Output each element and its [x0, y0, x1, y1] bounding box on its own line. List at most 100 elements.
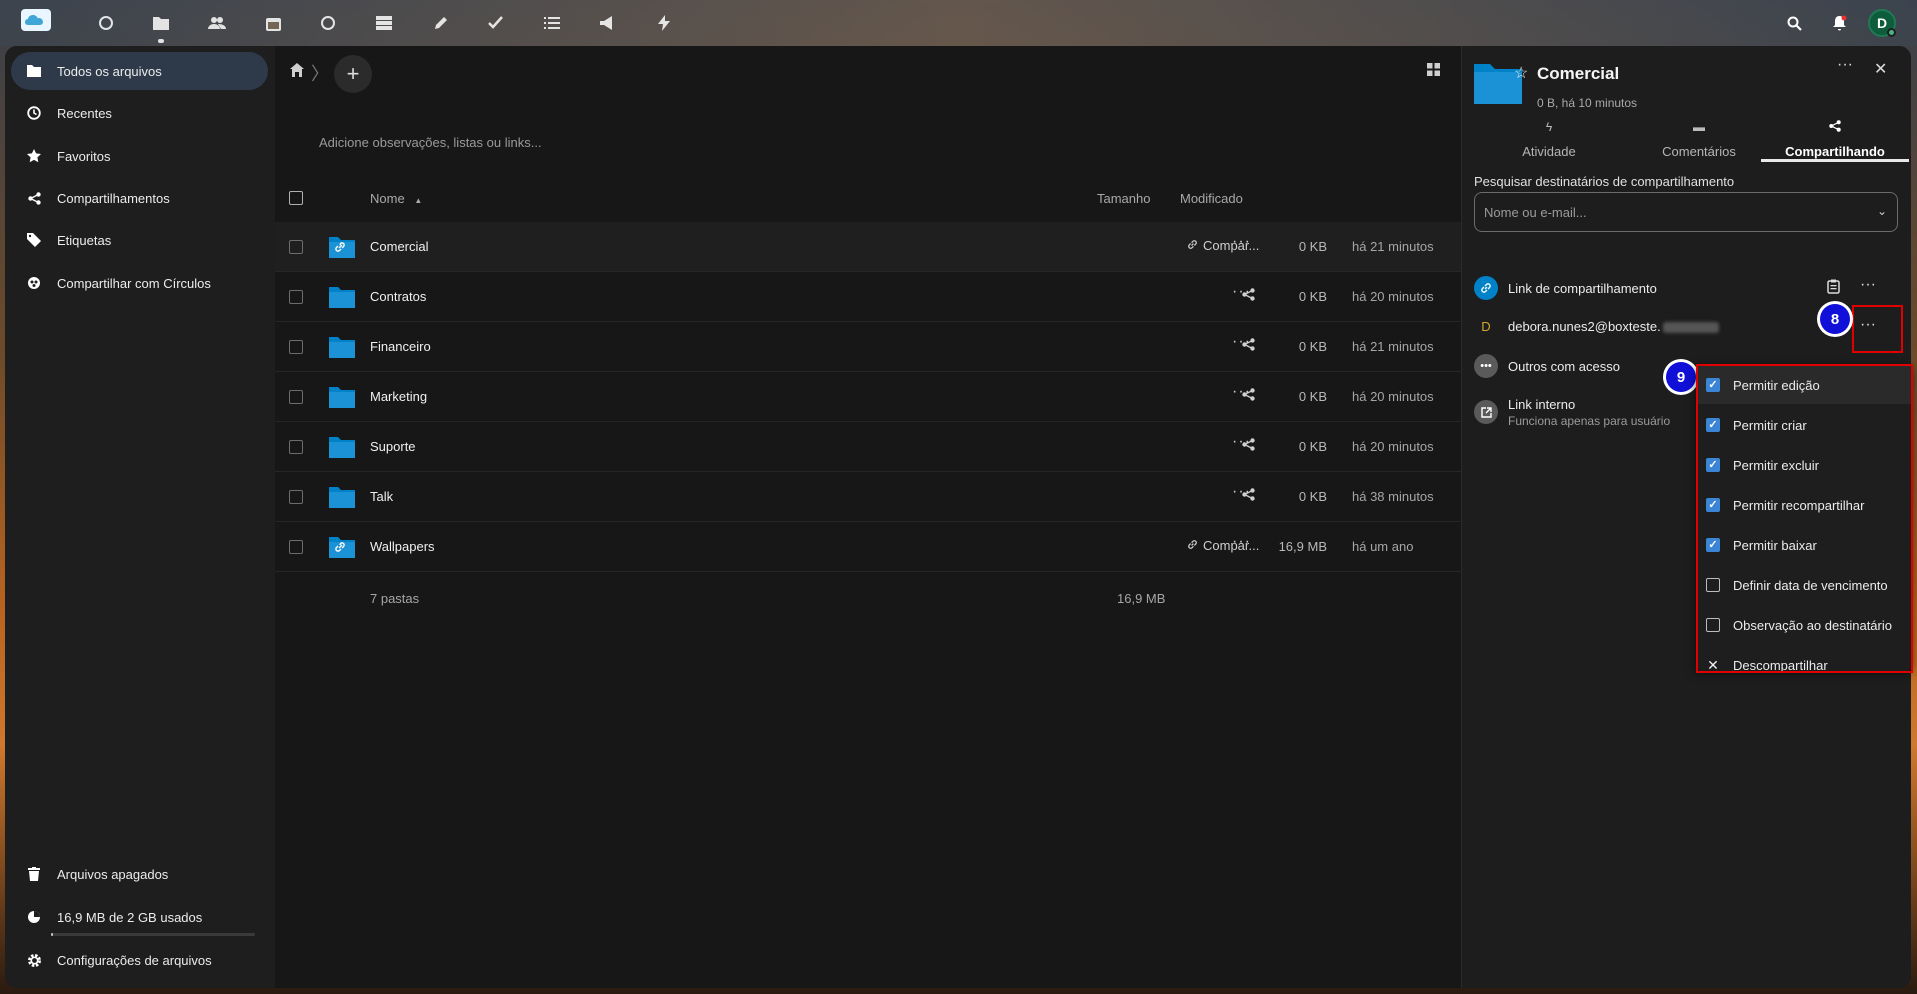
activity-icon: ϟ	[1545, 120, 1553, 134]
file-name[interactable]: Wallpapers	[370, 539, 435, 554]
table-row[interactable]: Contratos ··· 0 KB há 20 minutos	[275, 272, 1461, 322]
column-header-name[interactable]: Nome ▲	[370, 191, 422, 206]
row-checkbox[interactable]	[289, 390, 303, 404]
share-icon	[1761, 120, 1909, 138]
sidebar-item-favorites[interactable]: Favoritos	[11, 137, 268, 175]
files-icon[interactable]	[149, 11, 173, 43]
grid-view-icon[interactable]	[1427, 63, 1443, 79]
file-name[interactable]: Suporte	[370, 439, 416, 454]
file-name[interactable]: Financeiro	[370, 339, 431, 354]
sidebar-item-tags[interactable]: Etiquetas	[11, 221, 268, 259]
select-all-checkbox[interactable]	[289, 191, 303, 205]
folder-notes-input[interactable]: Adicione observações, listas ou links...	[319, 135, 542, 150]
sidebar-item-circles[interactable]: Compartilhar com Círculos	[11, 264, 268, 302]
internal-link-text: Link interno Funciona apenas para usuári…	[1508, 397, 1670, 428]
list-icon[interactable]	[540, 11, 564, 35]
row-actions-icon[interactable]: ···	[1232, 533, 1251, 551]
clock-icon	[25, 104, 43, 122]
row-actions-icon[interactable]: ···	[1232, 233, 1251, 251]
deck-icon[interactable]	[372, 11, 396, 35]
more-dots-icon: •••	[1474, 354, 1498, 378]
row-checkbox[interactable]	[289, 440, 303, 454]
navigation-sidebar: Todos os arquivos Recentes Favoritos Com…	[5, 46, 275, 988]
avatar-initial: D	[1876, 15, 1888, 31]
calendar-icon[interactable]	[261, 11, 285, 35]
notes-icon[interactable]	[428, 11, 452, 35]
share-link-more-icon[interactable]: ···	[1860, 276, 1876, 294]
sidebar-item-recent[interactable]: Recentes	[11, 94, 268, 132]
sidebar-item-file-settings[interactable]: Configurações de arquivos	[11, 941, 268, 979]
file-name[interactable]: Contratos	[370, 289, 426, 304]
file-name[interactable]: Comercial	[370, 239, 429, 254]
details-more-icon[interactable]: ···	[1837, 56, 1853, 74]
star-icon	[25, 147, 43, 165]
blurred-email-redaction	[1662, 321, 1719, 333]
copy-clipboard-icon[interactable]	[1827, 279, 1840, 297]
tab-activity[interactable]: ϟ Atividade	[1474, 120, 1624, 162]
row-actions-icon[interactable]: ···	[1232, 433, 1251, 451]
link-icon	[1187, 538, 1198, 553]
link-icon	[1474, 276, 1498, 300]
nextcloud-logo[interactable]	[20, 6, 52, 34]
sidebar-item-shares[interactable]: Compartilhamentos	[11, 179, 268, 217]
contacts-icon[interactable]	[205, 11, 229, 35]
sidebar-item-all-files[interactable]: Todos os arquivos	[11, 52, 268, 90]
tab-comments[interactable]: ▬ Comentários	[1624, 120, 1774, 162]
file-modified: há 20 minutos	[1352, 289, 1434, 304]
table-row[interactable]: Suporte ··· 0 KB há 20 minutos	[275, 422, 1461, 472]
file-modified: há um ano	[1352, 539, 1414, 554]
user-avatar[interactable]: D	[1868, 9, 1896, 37]
column-header-size[interactable]: Tamanho	[1097, 191, 1150, 206]
step-badge-8: 8	[1820, 304, 1850, 334]
gear-icon	[25, 951, 43, 969]
pie-chart-icon	[25, 908, 43, 926]
new-file-button[interactable]: +	[334, 55, 372, 93]
file-size: 0 KB	[1298, 389, 1327, 404]
chevron-down-icon[interactable]: ⌄	[1877, 204, 1887, 218]
details-title: Comercial	[1537, 64, 1620, 83]
circles-icon	[25, 274, 43, 292]
row-actions-icon[interactable]: ···	[1232, 333, 1251, 351]
table-row[interactable]: Marketing ··· 0 KB há 20 minutos	[275, 372, 1461, 422]
row-checkbox[interactable]	[289, 490, 303, 504]
sidebar-item-label: Compartilhar com Círculos	[57, 275, 211, 291]
favorite-star-icon[interactable]: ☆	[1514, 63, 1528, 83]
quota-label: 16,9 MB de 2 GB usados	[57, 909, 203, 925]
others-with-access-label: Outros com acesso	[1508, 358, 1620, 374]
row-checkbox[interactable]	[289, 240, 303, 254]
share-search-label: Pesquisar destinatários de compartilhame…	[1474, 174, 1735, 189]
file-size: 0 KB	[1298, 239, 1327, 254]
row-actions-icon[interactable]: ···	[1232, 483, 1251, 501]
talk-icon[interactable]	[316, 11, 340, 35]
row-checkbox[interactable]	[289, 540, 303, 554]
folder-icon	[329, 286, 357, 308]
table-row[interactable]: Wallpapers Compar... ··· 16,9 MB há um a…	[275, 522, 1461, 572]
file-modified: há 21 minutos	[1352, 239, 1434, 254]
close-icon[interactable]: ✕	[1874, 59, 1887, 79]
share-recipient-input[interactable]: Nome ou e-mail... ⌄	[1474, 192, 1898, 232]
file-modified: há 20 minutos	[1352, 389, 1434, 404]
tasks-icon[interactable]	[484, 11, 508, 35]
row-checkbox[interactable]	[289, 290, 303, 304]
table-row[interactable]: Comercial Compar... ··· 0 KB há 21 minut…	[275, 222, 1461, 272]
tag-icon	[25, 231, 43, 249]
row-actions-icon[interactable]: ···	[1232, 383, 1251, 401]
tab-sharing[interactable]: Compartilhando	[1761, 120, 1909, 162]
search-icon[interactable]	[1783, 12, 1805, 34]
column-header-modified[interactable]: Modificado	[1180, 191, 1243, 206]
activity-icon[interactable]	[652, 11, 676, 35]
home-breadcrumb-icon[interactable]	[290, 63, 306, 79]
internal-link-label: Link interno	[1508, 396, 1576, 412]
announcements-icon[interactable]	[596, 11, 620, 35]
file-name[interactable]: Talk	[370, 489, 393, 504]
table-row[interactable]: Financeiro ··· 0 KB há 21 minutos	[275, 322, 1461, 372]
dashboard-icon[interactable]	[94, 11, 118, 35]
column-name-label: Nome	[370, 191, 405, 206]
table-row[interactable]: Talk ··· 0 KB há 38 minutos	[275, 472, 1461, 522]
sidebar-item-deleted-files[interactable]: Arquivos apagados	[11, 855, 268, 893]
row-actions-icon[interactable]: ···	[1232, 283, 1251, 301]
file-name[interactable]: Marketing	[370, 389, 427, 404]
bell-icon[interactable]	[1828, 12, 1850, 34]
row-checkbox[interactable]	[289, 340, 303, 354]
folder-icon	[329, 486, 357, 508]
